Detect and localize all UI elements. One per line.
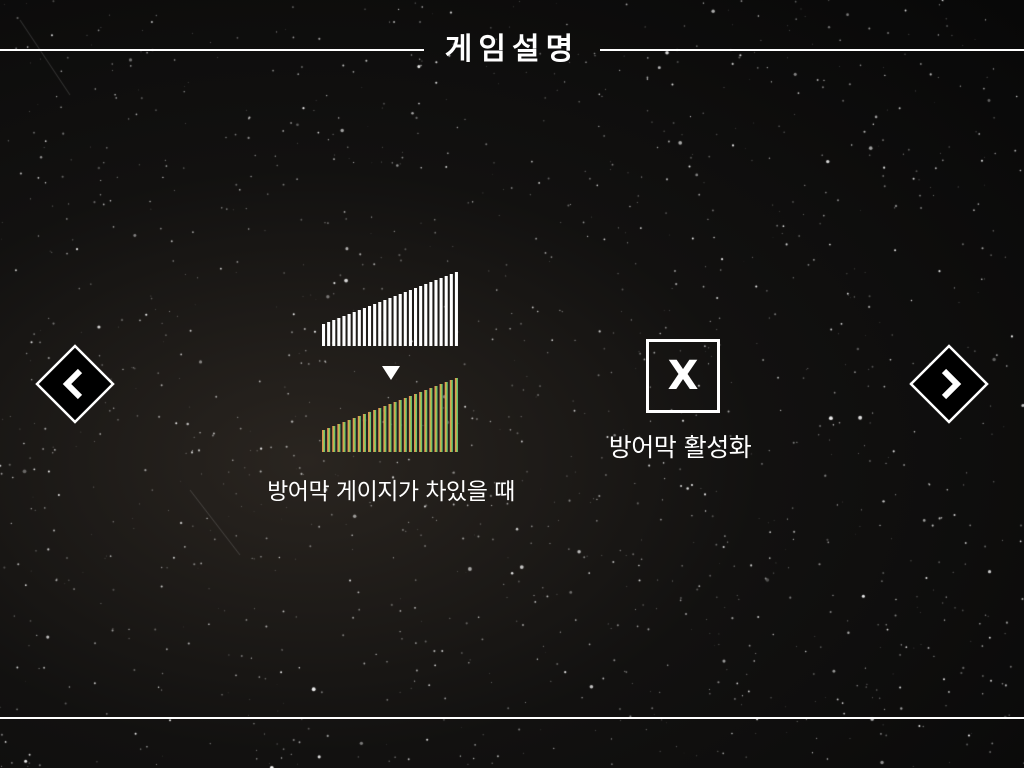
- gauge-bar-charged: [332, 426, 336, 452]
- title-divider-right: [600, 49, 1024, 51]
- gauge-bar-full: [362, 308, 366, 346]
- gauge-bar-full: [414, 288, 418, 346]
- gauge-bar-full: [408, 290, 412, 346]
- gauge-bar-full: [444, 276, 448, 346]
- gauge-bar-full: [403, 292, 407, 346]
- gauge-bar-charged: [419, 392, 423, 452]
- page-title: 게임설명: [444, 32, 580, 67]
- gauge-bar-charged: [444, 382, 448, 452]
- gauge-bar-charged: [439, 384, 443, 452]
- gauge-bar-full: [434, 280, 438, 346]
- gauge-bar-charged: [454, 378, 458, 452]
- gauge-bar-charged: [362, 414, 366, 452]
- gauge-bar-full: [398, 294, 402, 346]
- gauge-bar-full: [368, 306, 372, 346]
- next-page-button[interactable]: [909, 344, 989, 424]
- gauge-bar-charged: [383, 406, 387, 452]
- gauge-bar-full: [337, 318, 341, 346]
- gauge-bar-full: [373, 304, 377, 346]
- gauge-bar-charged: [357, 416, 361, 452]
- gauge-bar-full: [419, 286, 423, 346]
- starfield-background: [0, 0, 1024, 768]
- gauge-bar-full: [322, 324, 326, 346]
- gauge-bar-full: [332, 320, 336, 346]
- chevron-left-icon: [35, 344, 115, 424]
- chevron-right-icon: [909, 344, 989, 424]
- gauge-bar-full: [449, 274, 453, 346]
- gauge-bar-charged: [378, 408, 382, 452]
- gauge-bar-charged: [373, 410, 377, 452]
- x-key-icon: X: [646, 339, 720, 413]
- gauge-bar-charged: [429, 388, 433, 452]
- gauge-bar-full: [342, 316, 346, 346]
- gauge-bar-charged: [434, 386, 438, 452]
- gauge-bar-full: [393, 296, 397, 346]
- gauge-bar-full: [429, 282, 433, 346]
- gauge-bar-charged: [403, 398, 407, 452]
- gauge-bar-full: [378, 302, 382, 346]
- gauge-caption: 방어막 게이지가 차있을 때: [267, 479, 515, 505]
- gauge-bar-charged: [414, 394, 418, 452]
- gauge-bar-full: [424, 284, 428, 346]
- gauge-bar-charged: [322, 430, 326, 452]
- shield-gauge-charged-icon: [322, 378, 458, 452]
- title-bar: 게임설명: [0, 26, 1024, 74]
- title-divider-left: [0, 49, 424, 51]
- gauge-bar-charged: [337, 424, 341, 452]
- gauge-bar-full: [388, 298, 392, 346]
- gauge-bar-full: [383, 300, 387, 346]
- gauge-bar-full: [439, 278, 443, 346]
- gauge-bar-charged: [352, 418, 356, 452]
- gauge-bar-full: [327, 322, 331, 346]
- gauge-bar-full: [352, 312, 356, 346]
- gauge-bar-charged: [342, 422, 346, 452]
- gauge-bar-charged: [327, 428, 331, 452]
- prev-page-button[interactable]: [35, 344, 115, 424]
- gauge-bar-charged: [393, 402, 397, 452]
- gauge-bar-charged: [347, 420, 351, 452]
- gauge-bar-charged: [424, 390, 428, 452]
- gauge-bar-charged: [408, 396, 412, 452]
- gauge-bar-full: [454, 272, 458, 346]
- gauge-bar-charged: [449, 380, 453, 452]
- gauge-bar-charged: [368, 412, 372, 452]
- shield-gauge-full-icon: [322, 272, 458, 346]
- gauge-bar-charged: [388, 404, 392, 452]
- gauge-bar-charged: [398, 400, 402, 452]
- gauge-bar-full: [347, 314, 351, 346]
- gauge-bar-full: [357, 310, 361, 346]
- shield-activate-caption: 방어막 활성화: [608, 433, 752, 462]
- bottom-divider: [0, 717, 1024, 719]
